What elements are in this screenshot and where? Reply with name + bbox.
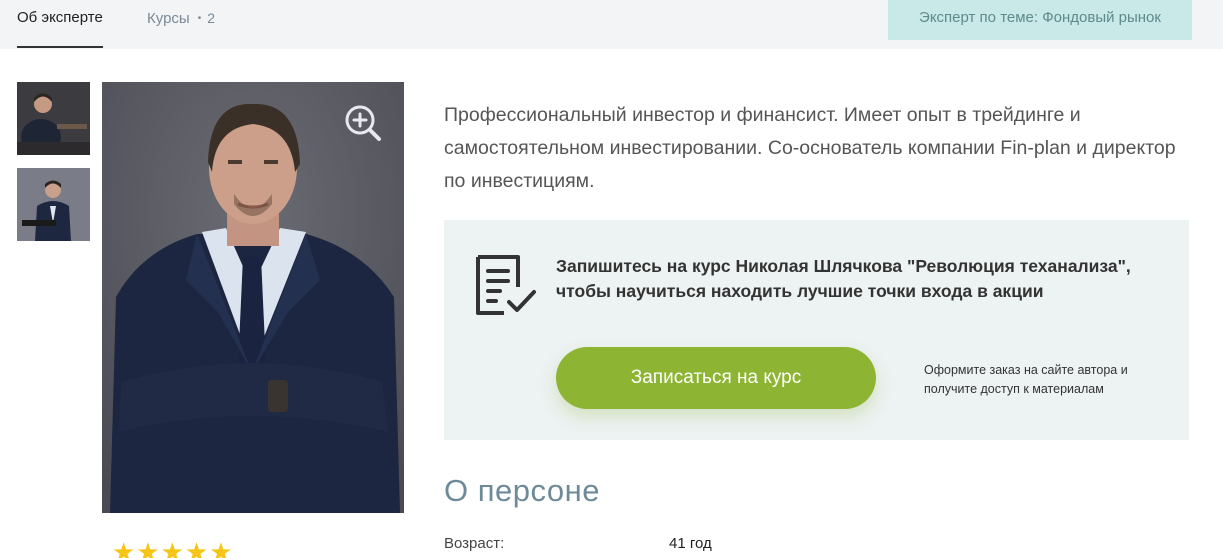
enroll-course-button[interactable]: Записаться на курс <box>556 347 876 409</box>
cta-title: Запишитесь на курс Николая Шлячкова "Рев… <box>556 256 1131 301</box>
expert-portrait-image <box>102 82 404 513</box>
zoom-button[interactable] <box>344 104 382 142</box>
tab-courses-label: Курсы <box>147 10 190 27</box>
top-navigation: Об эксперте Курсы • 2 Эксперт по теме: Фон… <box>0 0 1223 49</box>
expert-photo-thumbnail-2 <box>17 168 90 241</box>
rating-stars: ★★★★★ <box>112 537 234 558</box>
age-label: Возраст: <box>444 535 505 552</box>
tab-separator-dot: • <box>197 13 202 24</box>
cta-note: Оформите заказ на сайте автора и получит… <box>924 363 1128 396</box>
expert-main-photo[interactable] <box>102 82 404 513</box>
tab-about-expert[interactable]: Об эксперте <box>17 0 103 49</box>
about-person-heading: О персоне <box>444 473 600 508</box>
gallery-thumbnail-1[interactable] <box>17 82 90 155</box>
expert-bio: Профессиональный инвестор и финансист. И… <box>444 104 1176 192</box>
expert-topic-badge[interactable]: Эксперт по теме: Фондовый рынок <box>888 0 1192 40</box>
zoom-in-icon <box>345 105 381 141</box>
document-check-icon <box>474 253 540 319</box>
tab-courses[interactable]: Курсы • 2 <box>147 0 215 49</box>
gallery-thumbnail-2[interactable] <box>17 168 90 241</box>
course-signup-card: Запишитесь на курс Николая Шлячкова "Рев… <box>444 220 1189 440</box>
age-value: 41 год <box>669 535 712 552</box>
active-tab-underline <box>17 46 103 48</box>
expert-photo-thumbnail-1 <box>17 82 90 155</box>
tab-about-expert-label: Об эксперте <box>17 9 103 26</box>
tab-courses-count: 2 <box>207 10 216 26</box>
